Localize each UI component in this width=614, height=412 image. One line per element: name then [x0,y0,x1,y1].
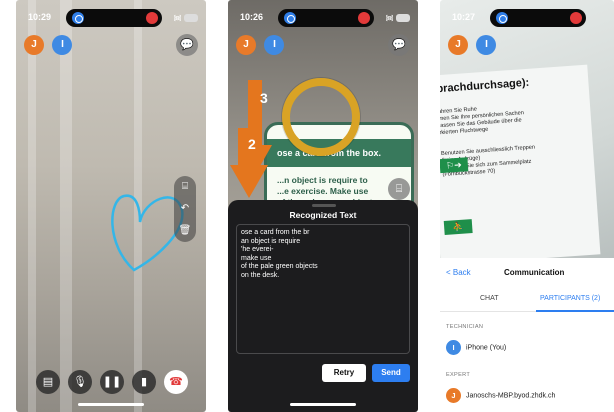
participant-avatars: J I [448,34,500,55]
trash-icon[interactable]: 🗑 [174,220,196,242]
communication-screen: prachdurchsage): ahren Sie Ruhe men Sie … [440,0,614,412]
tab-chat[interactable]: CHAT [480,295,499,302]
document-title: prachdurchsage): [440,76,530,96]
avatar[interactable]: I [264,35,285,55]
section-technician: TECHNICIAN [446,324,484,330]
wifi-icon: ᯼ [385,12,410,23]
app-icon [284,12,296,24]
pause-icon[interactable]: ❚❚ [100,370,124,394]
avatar[interactable]: I [476,35,497,55]
scanned-document: prachdurchsage): ahren Sie Ruhe men Sie … [440,64,601,266]
send-button[interactable]: Send [372,364,410,382]
assembly-sign-icon: ⛹ [443,219,473,236]
video-call-screen: 10:29 ᯼ J I 💬 ⌸ ↶ 🗑 ▤ 🎙 ❚❚ ▮ ☎ [16,0,206,412]
avatar[interactable]: J [448,35,468,55]
home-indicator [290,403,356,406]
app-icon [496,12,508,24]
wifi-icon: ᯼ [173,12,198,23]
recording-icon [358,12,370,24]
drawing-toolbar: ⌸ ↶ 🗑 [174,176,196,242]
nav-bar: < Back Communication [440,262,614,284]
flashlight-icon[interactable]: ▮ [132,370,156,394]
sheet-title: Recognized Text [289,210,357,220]
clock: 10:27 [452,12,476,22]
page-title: Communication [504,268,565,277]
tab-bar: CHAT PARTICIPANTS (2) [440,288,614,312]
retry-button[interactable]: Retry [322,364,366,382]
back-button[interactable]: < Back [446,268,471,277]
tab-indicator [536,310,614,312]
recognized-text-field[interactable]: ose a card from the br an object is requ… [236,224,410,354]
dynamic-island [490,9,586,27]
hang-up-icon[interactable]: ☎ [164,370,188,394]
section-expert: EXPERT [446,372,471,378]
avatar[interactable]: I [52,35,73,55]
avatar[interactable]: J [24,35,44,55]
app-icon [72,12,84,24]
participant-name: iPhone (You) [466,344,507,352]
avatar: J [446,388,461,403]
battery-icon [396,13,410,22]
undo-icon[interactable]: ↶ [174,198,196,220]
exit-sign-icon: ⚐➔ [440,157,469,174]
ocr-icon[interactable]: ⌸ [174,176,196,198]
sheet-grabber[interactable] [312,204,336,207]
participant-avatars: J I [24,34,76,55]
arrow-label: 2 [248,136,256,152]
avatar[interactable]: J [236,35,256,55]
avatar: I [446,340,461,355]
recognized-text-sheet: Recognized Text ose a card from the br a… [228,200,418,412]
tab-participants[interactable]: PARTICIPANTS (2) [540,295,600,302]
status-bar: 10:26 ᯼ [228,6,418,27]
list-item[interactable]: IiPhone (You) [446,340,506,355]
chat-icon[interactable]: 💬 [388,34,410,56]
ocr-icon[interactable]: ⌸ [388,178,410,200]
mic-icon[interactable]: 🎙 [68,370,92,394]
arrow-label: 3 [260,90,268,106]
chat-icon[interactable]: 💬 [176,34,198,56]
clock: 10:26 [240,12,264,22]
status-bar: 10:29 ᯼ [16,6,206,27]
document-icon[interactable]: ▤ [36,370,60,394]
recording-icon [146,12,158,24]
participant-name: Janoschs-MBP.byod.zhdk.ch [466,392,556,400]
dynamic-island [66,9,162,27]
status-bar: 10:27 [440,6,614,27]
dynamic-island [278,9,374,27]
communication-panel: < Back Communication CHAT PARTICIPANTS (… [440,258,614,412]
home-indicator [78,403,144,406]
participant-avatars: J I [236,34,288,55]
ocr-screen: ose a card from the box. ...n object is … [228,0,418,412]
clock: 10:29 [28,12,52,22]
battery-icon [184,13,198,22]
recording-icon [570,12,582,24]
list-item[interactable]: J Janoschs-MBP.byod.zhdk.ch [446,388,555,403]
